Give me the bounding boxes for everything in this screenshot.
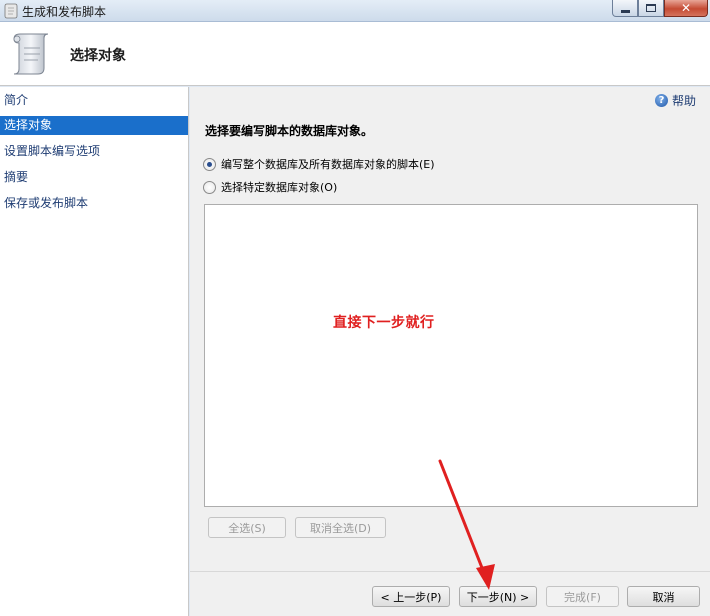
maximize-button[interactable] bbox=[638, 0, 664, 17]
option-label: 选择特定数据库对象(O) bbox=[221, 181, 338, 194]
maximize-icon bbox=[646, 4, 656, 12]
nav-item-scripting-options[interactable]: 设置脚本编写选项 bbox=[0, 142, 188, 161]
help-label: 帮助 bbox=[672, 93, 697, 108]
wizard-footer: < 上一步(P) 下一步(N) > 完成(F) 取消 bbox=[190, 572, 710, 616]
help-link[interactable]: ? 帮助 bbox=[655, 91, 696, 109]
instruction-text: 选择要编写脚本的数据库对象。 bbox=[205, 124, 374, 138]
object-tree-list[interactable]: 直接下一步就行 bbox=[204, 204, 698, 507]
cancel-button[interactable]: 取消 bbox=[627, 586, 700, 607]
wizard-steps-nav: 简介 选择对象 设置脚本编写选项 摘要 保存或发布脚本 bbox=[0, 87, 189, 616]
option-specific-objects[interactable]: 选择特定数据库对象(O) bbox=[203, 179, 337, 195]
minimize-icon bbox=[620, 9, 630, 13]
nav-item-select-objects[interactable]: 选择对象 bbox=[0, 116, 188, 135]
wizard-header: 选择对象 bbox=[0, 22, 710, 86]
close-icon: ✕ bbox=[680, 1, 692, 15]
scroll-icon bbox=[4, 3, 18, 19]
radio-entire-database[interactable] bbox=[203, 157, 216, 171]
option-label: 编写整个数据库及所有数据库对象的脚本(E) bbox=[221, 158, 435, 171]
deselect-all-button[interactable]: 取消全选(D) bbox=[295, 517, 386, 538]
window-title: 生成和发布脚本 bbox=[22, 5, 107, 19]
nav-item-summary[interactable]: 摘要 bbox=[0, 168, 188, 187]
annotation-note: 直接下一步就行 bbox=[333, 315, 435, 331]
help-icon: ? bbox=[655, 93, 668, 107]
finish-button[interactable]: 完成(F) bbox=[546, 586, 619, 607]
radio-specific-objects[interactable] bbox=[203, 180, 216, 194]
nav-item-save-or-publish[interactable]: 保存或发布脚本 bbox=[0, 194, 188, 213]
minimize-button[interactable] bbox=[612, 0, 638, 17]
option-entire-database[interactable]: 编写整个数据库及所有数据库对象的脚本(E) bbox=[203, 156, 435, 172]
select-all-button[interactable]: 全选(S) bbox=[208, 517, 286, 538]
main-pane: ? 帮助 选择要编写脚本的数据库对象。 编写整个数据库及所有数据库对象的脚本(E… bbox=[190, 87, 710, 571]
previous-button[interactable]: < 上一步(P) bbox=[372, 586, 450, 607]
nav-item-intro[interactable]: 简介 bbox=[0, 91, 188, 110]
page-title: 选择对象 bbox=[70, 48, 126, 64]
title-bar: 生成和发布脚本 ✕ bbox=[0, 0, 710, 22]
next-button[interactable]: 下一步(N) > bbox=[459, 586, 537, 607]
scroll-icon bbox=[13, 33, 49, 75]
close-button[interactable]: ✕ bbox=[664, 0, 708, 17]
